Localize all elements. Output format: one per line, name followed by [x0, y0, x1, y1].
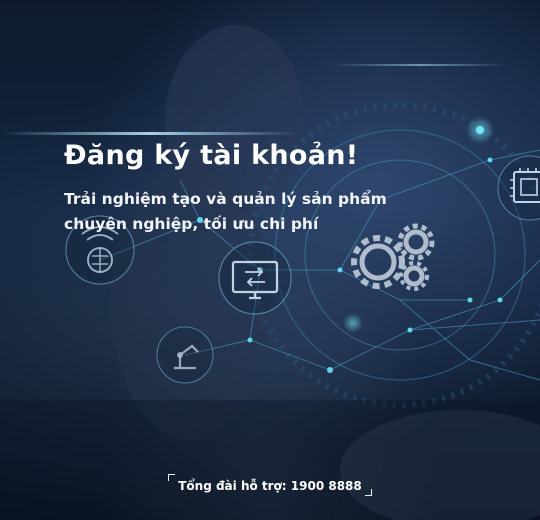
cpu-chip-icon — [497, 155, 540, 221]
robot-arm-icon — [156, 326, 214, 384]
support-hotline-text: Tổng đài hỗ trợ: 1900 8888 — [178, 479, 362, 493]
glow-node — [466, 116, 494, 144]
monitor-exchange-icon — [218, 241, 292, 315]
hero-subtitle-line-2: chuyên nghiệp, tối ưu chi phí — [64, 215, 319, 233]
hero-copy: Đăng ký tài khoản! Trải nghiệm tạo và qu… — [64, 140, 464, 237]
signup-hero-panel: Đăng ký tài khoản! Trải nghiệm tạo và qu… — [0, 0, 540, 520]
light-streak — [330, 64, 510, 66]
light-streak — [0, 132, 300, 135]
tech-network-background — [0, 25, 540, 520]
hero-title: Đăng ký tài khoản! — [64, 140, 359, 171]
support-hotline-box[interactable]: Tổng đài hỗ trợ: 1900 8888 — [168, 474, 372, 496]
hero-subtitle-line-1: Trải nghiệm tạo và quản lý sản phẩm — [64, 190, 387, 208]
bracket-corner-bottom-right — [365, 489, 372, 496]
glow-node — [343, 313, 363, 333]
hero-subtitle: Trải nghiệm tạo và quản lý sản phẩm chuy… — [64, 187, 464, 237]
